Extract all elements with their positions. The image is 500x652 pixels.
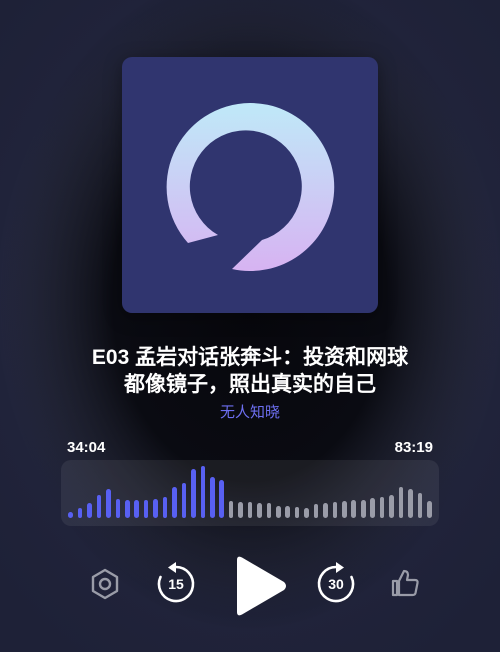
waveform-bar-played xyxy=(77,507,83,518)
waveform-bar-unplayed xyxy=(323,503,328,518)
elapsed-time: 34:04 xyxy=(67,439,106,456)
waveform-bar-played xyxy=(219,479,224,518)
hexagon-settings-icon[interactable] xyxy=(88,567,122,601)
waveform-bar-played xyxy=(134,500,140,518)
podcast-logo xyxy=(166,102,335,271)
remaining-time: 83:19 xyxy=(394,439,433,456)
waveform-bar-played xyxy=(143,500,149,518)
waveform-bar-unplayed xyxy=(398,486,404,518)
waveform-bar-unplayed xyxy=(304,507,309,518)
waveform-bar-played xyxy=(209,477,215,518)
thumbs-up-icon[interactable] xyxy=(390,568,420,598)
episode-title: E03 孟岩对话张奔斗：投资和网球 都像镜子，照出真实的自己 xyxy=(0,344,500,398)
waveform-bar-unplayed xyxy=(389,495,394,518)
waveform-bar-unplayed xyxy=(257,503,262,518)
waveform-bar-unplayed xyxy=(426,501,432,518)
waveform-bar-unplayed xyxy=(247,502,253,518)
waveform-bar-unplayed xyxy=(332,502,338,518)
podcast-cover-art xyxy=(122,57,378,313)
waveform-bar-unplayed xyxy=(360,500,366,518)
waveform-bar-unplayed xyxy=(238,502,243,518)
skip-back-button[interactable]: 15 xyxy=(154,562,198,606)
skip-back-seconds: 15 xyxy=(168,576,184,592)
waveform-bar-unplayed xyxy=(417,493,423,518)
waveform-bar-played xyxy=(115,499,121,518)
waveform-bar-played xyxy=(172,486,177,518)
waveform-bar-unplayed xyxy=(294,506,300,518)
waveform-bar-played xyxy=(125,500,130,518)
episode-title-line-1: E03 孟岩对话张奔斗：投资和网球 xyxy=(91,346,409,369)
waveform-bar-unplayed xyxy=(351,500,357,518)
waveform-bar-played xyxy=(153,499,158,518)
waveform-bar-played xyxy=(200,466,206,518)
waveform-bar-played xyxy=(181,482,187,518)
waveform-bar-played xyxy=(162,497,168,518)
waveform-bar-unplayed xyxy=(313,504,319,518)
waveform-bar-played xyxy=(106,488,111,518)
waveform-bar-unplayed xyxy=(342,501,347,518)
waveform-bar-unplayed xyxy=(266,503,272,518)
episode-title-line-2: 都像镜子，照出真实的自己 xyxy=(124,373,376,396)
skip-forward-button[interactable]: 30 xyxy=(314,562,358,606)
waveform-bar-played xyxy=(191,469,196,518)
waveform-bar-unplayed xyxy=(408,488,413,518)
waveform-bar-unplayed xyxy=(379,497,385,518)
podcast-name-link[interactable]: 无人知晓 xyxy=(0,401,500,422)
play-icon[interactable] xyxy=(231,554,289,618)
waveform-bars[interactable] xyxy=(66,462,434,520)
skip-forward-seconds: 30 xyxy=(328,576,344,592)
waveform-bar-unplayed xyxy=(276,505,281,518)
waveform-bar-unplayed xyxy=(285,505,291,518)
playback-controls: 15 30 xyxy=(0,550,500,620)
waveform-bar-played xyxy=(68,511,73,518)
waveform-bar-unplayed xyxy=(228,501,234,518)
waveform-bar-played xyxy=(96,495,102,518)
waveform-bar-played xyxy=(87,503,92,518)
waveform-bar-unplayed xyxy=(370,498,375,518)
